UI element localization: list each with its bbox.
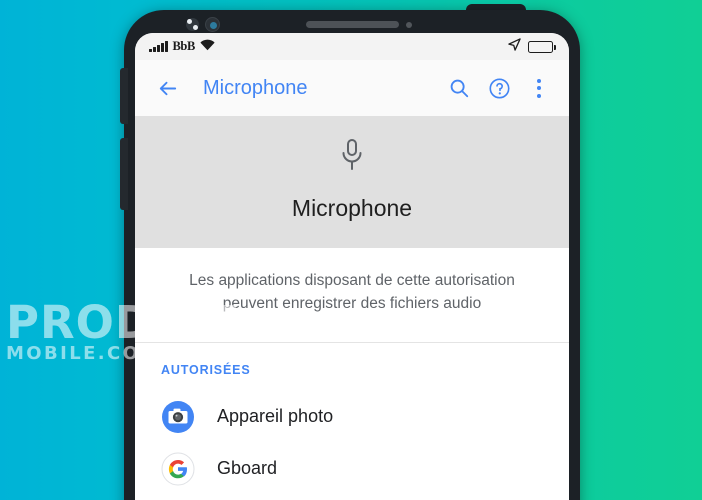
permission-title: Microphone	[291, 195, 413, 221]
list-item-label: Gboard	[217, 458, 278, 479]
list-item[interactable]: Gboard	[135, 443, 569, 495]
permission-hero-banner: Microphone	[135, 116, 569, 248]
back-arrow-icon[interactable]	[149, 70, 185, 106]
section-header-allowed: AUTORISÉES	[161, 362, 251, 377]
google-g-icon	[161, 452, 195, 486]
phone-screen: BbB Microphone Microphone Les applicatio…	[135, 33, 569, 500]
volume-down-button[interactable]	[120, 138, 128, 210]
status-bar-right	[508, 37, 556, 56]
page-title: Microphone	[203, 76, 308, 99]
overflow-menu-icon[interactable]	[521, 70, 557, 106]
front-camera-icon	[205, 17, 220, 32]
microphone-icon	[135, 138, 569, 179]
screenshot-stage: BbB Microphone Microphone Les applicatio…	[0, 0, 702, 500]
sensor-dot-icon	[406, 22, 412, 28]
battery-icon	[528, 40, 556, 53]
carrier-label: BbB	[172, 39, 196, 53]
list-item-label: Appareil photo	[217, 406, 334, 427]
permission-description: Les applications disposant de cette auto…	[135, 248, 569, 343]
wifi-icon	[200, 38, 215, 56]
location-arrow-icon	[508, 37, 521, 56]
volume-up-button[interactable]	[120, 68, 128, 124]
status-bar-left: BbB	[149, 38, 215, 56]
list-item[interactable]: Appareil photo	[135, 391, 569, 443]
earpiece-speaker	[306, 21, 399, 28]
app-bar: Microphone	[135, 60, 569, 116]
signal-bars-icon	[149, 41, 168, 52]
proximity-sensor-icon	[186, 18, 199, 31]
status-bar: BbB	[135, 33, 569, 60]
help-circle-icon[interactable]	[481, 70, 517, 106]
search-icon[interactable]	[441, 70, 477, 106]
camera-app-icon	[161, 400, 195, 434]
